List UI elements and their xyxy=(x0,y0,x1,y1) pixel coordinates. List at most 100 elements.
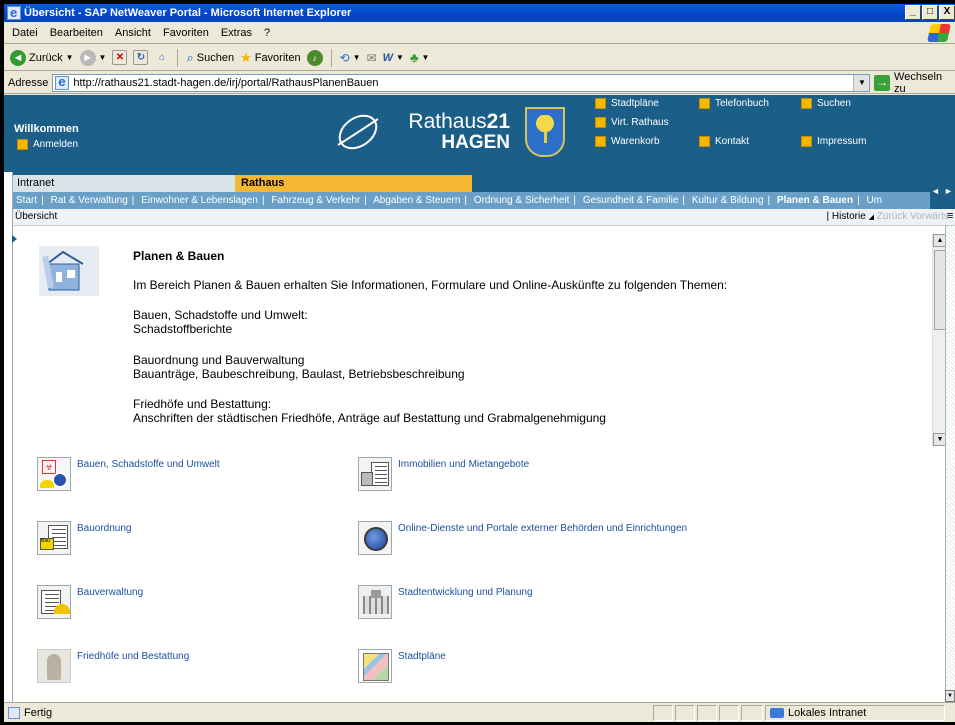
window-title: Übersicht - SAP NetWeaver Portal - Micro… xyxy=(24,7,352,19)
menu-lines-icon[interactable]: ≡ xyxy=(947,211,953,222)
chevron-down-icon: ▼ xyxy=(352,53,361,62)
forward-link[interactable]: Vorwärts xyxy=(910,211,949,222)
star-icon: ★ xyxy=(240,49,252,65)
link-impressum[interactable]: Impressum xyxy=(801,136,866,147)
link-suchen[interactable]: Suchen xyxy=(801,98,851,109)
city-map-icon xyxy=(358,649,392,683)
messenger-button[interactable]: ♣ ▼ xyxy=(410,50,429,65)
login-link[interactable]: Anmelden xyxy=(17,139,78,150)
media-icon[interactable]: ♪ xyxy=(306,49,323,66)
subnav-abgaben[interactable]: Abgaben & Steuern xyxy=(373,195,460,206)
block-text: Anschriften der städtischen Friedhöfe, A… xyxy=(133,411,606,425)
word-button[interactable]: W ▼ xyxy=(383,52,404,64)
subnav-planen-bauen[interactable]: Planen & Bauen xyxy=(777,195,853,206)
link-telefonbuch[interactable]: Telefonbuch xyxy=(699,98,769,109)
word-icon: W xyxy=(382,51,394,64)
quicklink-stadtplaene[interactable]: Stadtpläne xyxy=(358,649,446,683)
minimize-button[interactable]: _ xyxy=(905,5,921,20)
quicklink-label: Immobilien und Mietangebote xyxy=(398,459,530,470)
menu-help[interactable]: ? xyxy=(264,27,270,39)
link-label: Suchen xyxy=(817,98,851,109)
globe-icon xyxy=(358,521,392,555)
go-label[interactable]: Wechseln zu xyxy=(894,71,955,95)
home-icon[interactable]: ⌂ xyxy=(154,50,169,65)
subnav-start[interactable]: Start xyxy=(16,195,37,206)
bullet-icon xyxy=(595,98,606,109)
quicklink-bauverwaltung[interactable]: Bauverwaltung xyxy=(37,585,143,619)
intranet-zone-icon xyxy=(770,708,784,718)
bullet-icon xyxy=(699,98,710,109)
close-button[interactable]: X xyxy=(939,5,955,20)
subnav-rat-verwaltung[interactable]: Rat & Verwaltung xyxy=(51,195,128,206)
bullet-icon xyxy=(801,98,812,109)
back-link[interactable]: Zurück xyxy=(877,211,908,222)
subnav-umwelt[interactable]: Um xyxy=(866,195,882,206)
page-scrollbar[interactable]: ▼ xyxy=(945,226,955,702)
link-virt-rathaus[interactable]: Virt. Rathaus xyxy=(595,117,669,128)
link-stadtplaene[interactable]: Stadtpläne xyxy=(595,98,659,109)
menu-bearbeiten[interactable]: Bearbeiten xyxy=(50,27,103,39)
toolbar-separator xyxy=(330,48,332,67)
subnav-gesundheit[interactable]: Gesundheit & Familie xyxy=(583,195,679,206)
page-viewport: Willkommen Anmelden Rathaus21 HAGEN Stad… xyxy=(4,95,955,702)
hazard-icon: ☣ xyxy=(37,457,71,491)
quicklink-immobilien[interactable]: Immobilien und Mietangebote xyxy=(358,457,529,491)
subnav-kultur[interactable]: Kultur & Bildung xyxy=(692,195,764,206)
city-plan-icon xyxy=(358,585,392,619)
search-icon: ⌕ xyxy=(186,49,194,65)
intro-text: Im Bereich Planen & Bauen erhalten Sie I… xyxy=(133,278,728,292)
menu-extras[interactable]: Extras xyxy=(221,27,252,39)
menu-ansicht[interactable]: Ansicht xyxy=(115,27,151,39)
nav-right-arrow-icon[interactable]: ► xyxy=(944,186,953,196)
status-cell xyxy=(697,705,717,721)
menu-favoriten[interactable]: Favoriten xyxy=(163,27,209,39)
nav-scroll-arrows: ◄ ► xyxy=(929,172,955,209)
toolbar: ◄ Zurück ▼ ► ▼ ✕ ↻ ⌂ ⌕ Suchen ★ Favorite… xyxy=(4,45,955,71)
forward-button[interactable]: ► ▼ xyxy=(79,49,106,66)
messenger-icon: ♣ xyxy=(409,50,419,65)
historie-link[interactable]: Historie xyxy=(832,211,866,222)
refresh-icon[interactable]: ↻ xyxy=(133,50,149,65)
page-scroll-down-icon[interactable]: ▼ xyxy=(945,690,955,702)
chevron-down-icon: ▼ xyxy=(421,53,430,62)
quicklink-bauordnung[interactable]: Bau Bauordnung xyxy=(37,521,132,555)
planen-bauen-icon xyxy=(39,246,99,296)
tab-intranet[interactable]: Intranet xyxy=(13,175,235,192)
subnav-einwohner[interactable]: Einwohner & Lebenslagen xyxy=(141,195,258,206)
go-arrow-icon[interactable]: → xyxy=(874,74,891,91)
quicklink-label: Stadtpläne xyxy=(398,651,446,662)
mail-icon[interactable]: ✉ xyxy=(367,51,377,65)
address-input[interactable]: http://rathaus21.stadt-hagen.de/irj/port… xyxy=(52,73,871,92)
bullet-icon xyxy=(595,117,606,128)
link-warenkorb[interactable]: Warenkorb xyxy=(595,136,660,147)
content-scrollbar[interactable]: ▲ ▼ xyxy=(932,234,947,446)
address-bar: Adresse http://rathaus21.stadt-hagen.de/… xyxy=(4,71,955,95)
quicklink-online-dienste[interactable]: Online-Dienste und Portale externer Behö… xyxy=(358,521,687,555)
quicklink-bauen-schadstoffe[interactable]: ☣ Bauen, Schadstoffe und Umwelt xyxy=(37,457,220,491)
search-button[interactable]: ⌕ Suchen xyxy=(186,50,234,66)
stop-icon[interactable]: ✕ xyxy=(112,50,128,65)
historie-dropdown-icon[interactable]: ◢ xyxy=(869,214,874,221)
logo-word-hagen: HAGEN xyxy=(441,132,510,153)
document-icon xyxy=(358,457,392,491)
link-label: Kontakt xyxy=(715,136,749,147)
tab-rathaus[interactable]: Rathaus xyxy=(235,175,472,192)
subnav-fahrzeug[interactable]: Fahrzeug & Verkehr xyxy=(271,195,360,206)
link-label: Warenkorb xyxy=(611,136,660,147)
windows-logo-icon xyxy=(927,24,951,42)
login-label: Anmelden xyxy=(33,139,79,150)
back-label: Zurück xyxy=(29,51,63,64)
link-kontakt[interactable]: Kontakt xyxy=(699,136,749,147)
status-cell xyxy=(675,705,695,721)
maximize-button[interactable]: □ xyxy=(922,5,938,20)
menu-datei[interactable]: Datei xyxy=(12,27,38,39)
favorites-button[interactable]: ★ Favoriten xyxy=(240,50,301,66)
quicklink-friedhoefe[interactable]: Friedhöfe und Bestattung xyxy=(37,649,189,683)
nav-left-arrow-icon[interactable]: ◄ xyxy=(931,186,940,196)
subnav-ordnung[interactable]: Ordnung & Sicherheit xyxy=(474,195,570,206)
address-dropdown-icon[interactable]: ▼ xyxy=(853,74,870,91)
statue-icon xyxy=(37,649,71,683)
quicklink-stadtentwicklung[interactable]: Stadtentwicklung und Planung xyxy=(358,585,533,619)
back-button[interactable]: ◄ Zurück ▼ xyxy=(10,49,74,66)
history-button[interactable]: ⟲ ▼ xyxy=(340,51,361,65)
